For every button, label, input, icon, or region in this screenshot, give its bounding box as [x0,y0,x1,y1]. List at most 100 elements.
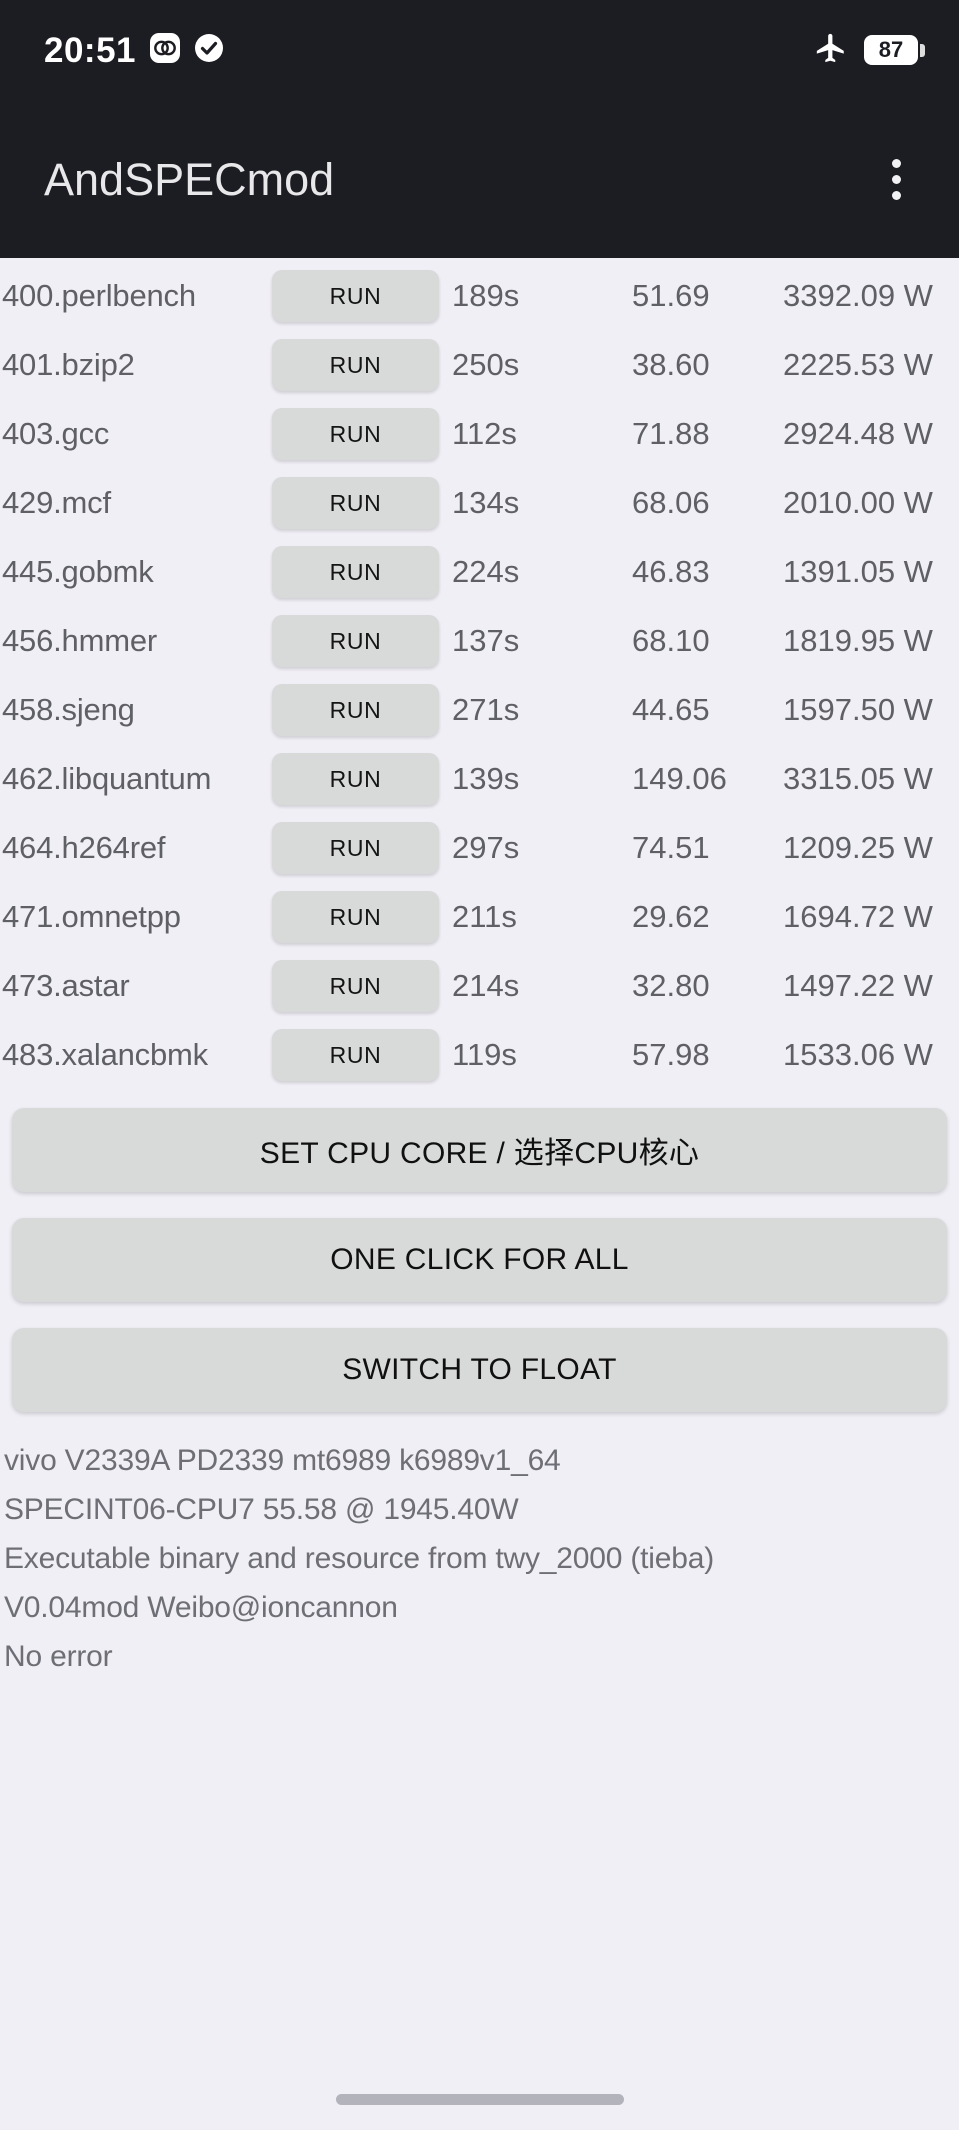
run-button[interactable]: RUN [272,753,439,805]
set-cpu-core-button[interactable]: SET CPU CORE / 选择CPU核心 [12,1108,947,1192]
benchmark-name: 471.omnetpp [2,899,181,934]
benchmark-name: 400.perlbench [2,278,196,313]
run-button[interactable]: RUN [272,546,439,598]
run-button[interactable]: RUN [272,1029,439,1081]
table-row: 429.mcf RUN 134s 68.06 2010.00 W [0,469,959,538]
table-row: 400.perlbench RUN 189s 51.69 3392.09 W [0,262,959,331]
overflow-dot [892,158,901,168]
battery-cap-icon [920,43,925,57]
action-button-group: SET CPU CORE / 选择CPU核心 ONE CLICK FOR ALL… [0,1090,959,1412]
status-bar: 20:51 87 [0,0,959,100]
overflow-dot [892,190,901,200]
overflow-menu-icon[interactable] [874,145,919,214]
table-row: 473.astar RUN 214s 32.80 1497.22 W [0,952,959,1021]
benchmark-score: 68.10 [632,623,710,658]
benchmark-name: 456.hmmer [2,623,157,658]
benchmark-name: 464.h264ref [2,830,166,865]
benchmark-time: 119s [452,1037,517,1072]
status-bar-left: 20:51 [44,30,224,70]
benchmark-time: 214s [452,968,520,1003]
benchmark-name: 473.astar [2,968,130,1003]
benchmark-power: 1533.06 W [783,1037,933,1072]
benchmark-score: 71.88 [632,416,710,451]
table-row: 458.sjeng RUN 271s 44.65 1597.50 W [0,676,959,745]
benchmark-score: 38.60 [632,347,710,382]
overflow-dot [892,174,901,184]
benchmark-time: 224s [452,554,520,589]
benchmark-power: 2225.53 W [783,347,933,382]
device-info-line: vivo V2339A PD2339 mt6989 k6989v1_64 [4,1444,561,1477]
benchmark-score: 44.65 [632,692,710,727]
benchmark-score: 29.62 [632,899,710,934]
app-bar: AndSPECmod [0,100,959,258]
system-navigation-bar [0,2068,959,2130]
table-row: 464.h264ref RUN 297s 74.51 1209.25 W [0,814,959,883]
check-circle-icon [194,33,224,68]
benchmark-time: 271s [452,692,520,727]
benchmark-power: 1209.25 W [783,830,933,865]
table-row: 471.omnetpp RUN 211s 29.62 1694.72 W [0,883,959,952]
benchmark-score: 32.80 [632,968,710,1003]
run-button[interactable]: RUN [272,684,439,736]
benchmark-time: 112s [452,416,517,451]
benchmark-name: 483.xalancbmk [2,1037,208,1072]
benchmark-power: 1694.72 W [783,899,933,934]
run-button[interactable]: RUN [272,960,439,1012]
benchmark-name: 401.bzip2 [2,347,135,382]
benchmark-score: 68.06 [632,485,710,520]
page-title: AndSPECmod [44,153,335,205]
benchmark-power: 1819.95 W [783,623,933,658]
device-info-panel: vivo V2339A PD2339 mt6989 k6989v1_64 SPEC… [0,1412,959,2068]
benchmark-score: 51.69 [632,278,710,313]
benchmark-name: 445.gobmk [2,554,154,589]
device-info-line: Executable binary and resource from twy_… [4,1542,714,1575]
status-clock: 20:51 [44,30,137,70]
benchmark-name: 429.mcf [2,485,111,520]
home-indicator[interactable] [335,2093,624,2105]
benchmark-time: 139s [452,761,520,796]
benchmark-power: 1497.22 W [783,968,933,1003]
benchmark-power: 2010.00 W [783,485,933,520]
run-button[interactable]: RUN [272,408,439,460]
table-row: 483.xalancbmk RUN 119s 57.98 1533.06 W [0,1021,959,1090]
device-info-line: No error [4,1640,113,1673]
table-row: 462.libquantum RUN 139s 149.06 3315.05 W [0,745,959,814]
airplane-mode-icon [814,31,848,70]
switch-to-float-button[interactable]: SWITCH TO FLOAT [12,1328,947,1412]
benchmark-time: 211s [452,899,517,934]
run-button[interactable]: RUN [272,822,439,874]
benchmark-score: 149.06 [632,761,727,796]
app-root: 20:51 87 AndSPECmod 400.perlbench RUN 18… [0,0,959,2130]
benchmark-list[interactable]: 400.perlbench RUN 189s 51.69 3392.09 W 401.bz… [0,258,959,1090]
run-button[interactable]: RUN [272,339,439,391]
device-info-line: SPECINT06-CPU7 55.58 @ 1945.40W [4,1493,519,1526]
table-row: 456.hmmer RUN 137s 68.10 1819.95 W [0,607,959,676]
benchmark-time: 297s [452,830,520,865]
dual-circle-icon [150,32,181,68]
one-click-for-all-button[interactable]: ONE CLICK FOR ALL [12,1218,947,1302]
benchmark-power: 1391.05 W [783,554,933,589]
benchmark-power: 3315.05 W [783,761,933,796]
status-bar-right: 87 [814,31,925,70]
run-button[interactable]: RUN [272,270,439,322]
battery-level-label: 87 [878,37,904,62]
run-button[interactable]: RUN [272,891,439,943]
benchmark-time: 250s [452,347,520,382]
benchmark-time: 134s [452,485,520,520]
run-button[interactable]: RUN [272,477,439,529]
run-button[interactable]: RUN [272,615,439,667]
benchmark-name: 462.libquantum [2,761,212,796]
benchmark-power: 2924.48 W [783,416,933,451]
device-info-line: V0.04mod Weibo@ioncannon [4,1591,398,1624]
benchmark-name: 403.gcc [2,416,110,451]
benchmark-time: 189s [452,278,520,313]
benchmark-score: 46.83 [632,554,710,589]
battery-indicator: 87 [864,35,925,65]
benchmark-power: 1597.50 W [783,692,933,727]
benchmark-time: 137s [452,623,520,658]
table-row: 403.gcc RUN 112s 71.88 2924.48 W [0,400,959,469]
benchmark-name: 458.sjeng [2,692,135,727]
table-row: 401.bzip2 RUN 250s 38.60 2225.53 W [0,331,959,400]
table-row: 445.gobmk RUN 224s 46.83 1391.05 W [0,538,959,607]
benchmark-power: 3392.09 W [783,278,933,313]
